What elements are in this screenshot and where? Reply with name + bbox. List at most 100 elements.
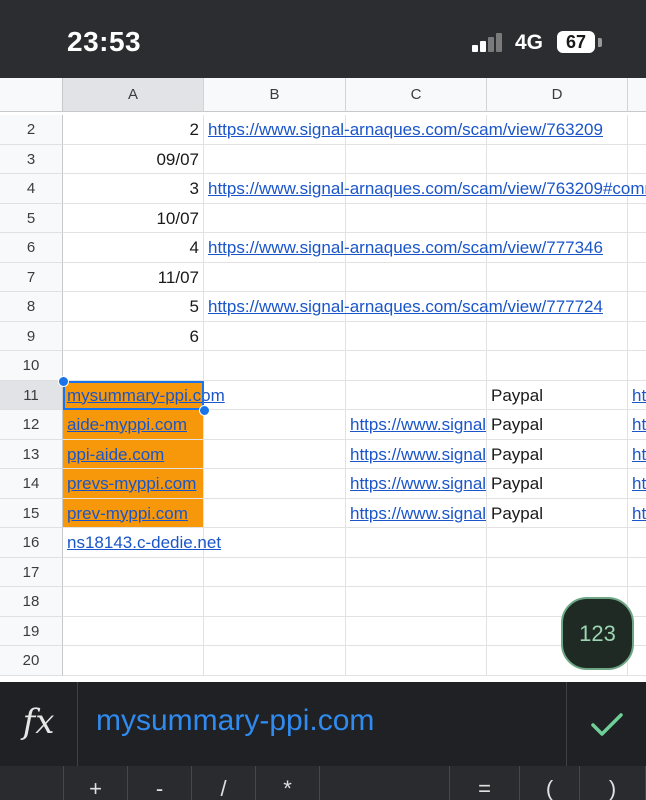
cell-d12[interactable]: Paypal	[487, 410, 628, 440]
row-header[interactable]: 8	[0, 292, 63, 322]
cell-c13[interactable]: https://www.signal-arnaques.com	[346, 439, 487, 469]
cell-d11[interactable]: Paypal	[487, 380, 628, 410]
cell-link[interactable]: prevs-myppi.com	[67, 474, 196, 493]
cell-link[interactable]: https://www.signal-arnaques.com	[632, 445, 646, 464]
cell-link[interactable]: https://www.signal-arnaques.com	[632, 386, 646, 405]
keyboard-key[interactable]: (	[520, 766, 580, 800]
grid-corner[interactable]	[0, 78, 63, 112]
cell-link[interactable]: https://www.signal-arnaques.com	[632, 415, 646, 434]
cell-a10[interactable]	[63, 351, 204, 381]
cell-b14[interactable]	[204, 469, 346, 499]
cell-c5[interactable]	[346, 203, 487, 233]
cell-e9[interactable]	[628, 322, 646, 351]
cell-c12[interactable]: https://www.signal-arnaques.com	[346, 410, 487, 440]
cell-link[interactable]: https://www.signal-arnaques.com	[632, 474, 646, 493]
column-header-b[interactable]: B	[204, 78, 346, 112]
cell-c10[interactable]	[346, 351, 487, 381]
selection-handle-start[interactable]	[58, 375, 69, 387]
cell-e10[interactable]	[628, 351, 646, 381]
cell-link[interactable]: https://www.signal-arnaques.com	[350, 415, 486, 434]
cell-a20[interactable]	[63, 646, 204, 676]
cell-b16[interactable]	[204, 528, 346, 558]
selection-handle-end[interactable]	[199, 405, 210, 416]
row-header[interactable]: 3	[0, 144, 63, 174]
column-header-partial[interactable]	[628, 78, 646, 112]
cell-b13[interactable]	[204, 439, 346, 469]
row-header[interactable]: 10	[0, 351, 63, 381]
cell-b7[interactable]	[204, 262, 346, 292]
cell-d7[interactable]	[487, 262, 628, 292]
row-header[interactable]: 18	[0, 587, 63, 617]
cell-b15[interactable]	[204, 498, 346, 528]
cell-b9[interactable]	[204, 321, 346, 351]
cell-d9[interactable]	[487, 321, 628, 351]
row-header[interactable]: 12	[0, 410, 63, 440]
cell-e5[interactable]	[628, 204, 646, 233]
row-header[interactable]: 16	[0, 528, 63, 558]
cell-e7[interactable]	[628, 263, 646, 292]
cell-link[interactable]: https://www.signal-arnaques.com	[350, 445, 486, 464]
cell-a16[interactable]: ns18143.c-dedie.net	[63, 528, 221, 558]
cell-a15[interactable]: prev-myppi.com	[63, 498, 204, 528]
cell-b18[interactable]	[204, 587, 346, 617]
cell-a8[interactable]: 5	[63, 292, 204, 322]
keyboard-key[interactable]: -	[128, 766, 192, 800]
row-header[interactable]: 14	[0, 469, 63, 499]
cell-e8[interactable]	[628, 292, 646, 322]
cell-c7[interactable]	[346, 262, 487, 292]
cell-a7[interactable]: 11/07	[63, 262, 204, 292]
cell-c11[interactable]	[346, 380, 487, 410]
cell-a5[interactable]: 10/07	[63, 203, 204, 233]
cell-e11[interactable]: https://www.signal-arnaques.com	[628, 381, 646, 410]
cell-link[interactable]: https://www.signal-arnaques.com/scam/vie…	[208, 179, 646, 198]
cell-link[interactable]: https://www.signal-arnaques.com	[632, 504, 646, 523]
cell-e17[interactable]	[628, 558, 646, 587]
row-header[interactable]: 6	[0, 233, 63, 263]
fx-icon[interactable]: fx	[0, 682, 78, 766]
row-header[interactable]: 2	[0, 115, 63, 145]
cell-c19[interactable]	[346, 616, 487, 646]
cell-b17[interactable]	[204, 557, 346, 587]
cell-link[interactable]: https://www.signal-arnaques.com/scam/vie…	[208, 120, 603, 139]
cell-c20[interactable]	[346, 646, 487, 676]
cell-b8[interactable]: https://www.signal-arnaques.com/scam/vie…	[204, 292, 603, 322]
cell-c3[interactable]	[346, 144, 487, 174]
cell-a9[interactable]: 6	[63, 321, 204, 351]
cell-a17[interactable]	[63, 557, 204, 587]
cell-link[interactable]: mysummary-ppi.com	[67, 386, 225, 405]
cell-a3[interactable]: 09/07	[63, 144, 204, 174]
cell-a4[interactable]: 3	[63, 174, 204, 204]
cell-a14[interactable]: prevs-myppi.com	[63, 469, 204, 499]
cell-d16[interactable]	[487, 528, 628, 558]
keyboard-key[interactable]: /	[192, 766, 256, 800]
cell-d15[interactable]: Paypal	[487, 498, 628, 528]
cell-link[interactable]: https://www.signal-arnaques.com/scam/vie…	[208, 238, 603, 257]
cell-b5[interactable]	[204, 203, 346, 233]
cell-link[interactable]: prev-myppi.com	[67, 504, 188, 523]
cell-link[interactable]: ppi-aide.com	[67, 445, 164, 464]
cell-b3[interactable]	[204, 144, 346, 174]
row-header[interactable]: 11	[0, 380, 63, 410]
cell-b19[interactable]	[204, 616, 346, 646]
cell-e15[interactable]: https://www.signal-arnaques.com	[628, 499, 646, 528]
cell-a12[interactable]: aide-myppi.com	[63, 410, 204, 440]
cell-c14[interactable]: https://www.signal-arnaques.com	[346, 469, 487, 499]
cell-c9[interactable]	[346, 321, 487, 351]
keyboard-key[interactable]: +	[64, 766, 128, 800]
cell-d5[interactable]	[487, 203, 628, 233]
numeric-keyboard-button[interactable]: 123	[561, 597, 634, 670]
formula-input[interactable]: mysummary-ppi.com	[96, 704, 374, 738]
cell-e2[interactable]	[628, 115, 646, 145]
cell-b12[interactable]	[204, 410, 346, 440]
row-header[interactable]: 9	[0, 321, 63, 351]
cell-c16[interactable]	[346, 528, 487, 558]
cell-d17[interactable]	[487, 557, 628, 587]
keyboard-key[interactable]: =	[450, 766, 520, 800]
cell-b2[interactable]: https://www.signal-arnaques.com/scam/vie…	[204, 115, 603, 145]
cell-link[interactable]: aide-myppi.com	[67, 415, 187, 434]
cell-a19[interactable]	[63, 616, 204, 646]
column-header-a[interactable]: A	[63, 78, 204, 112]
row-header[interactable]: 7	[0, 262, 63, 292]
row-header[interactable]: 17	[0, 557, 63, 587]
cell-b4[interactable]: https://www.signal-arnaques.com/scam/vie…	[204, 174, 646, 204]
